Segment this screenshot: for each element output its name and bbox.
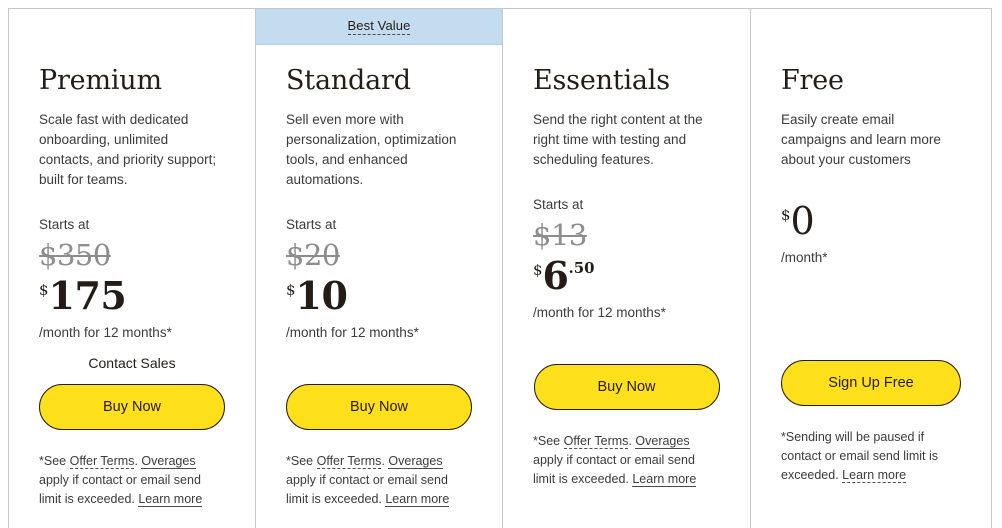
starts-at-label-premium: Starts at	[39, 216, 90, 232]
plan-card-free: Free Easily create email campaigns and l…	[751, 9, 991, 528]
plan-card-standard: Best Value Standard Sell even more with …	[255, 9, 503, 528]
buy-now-button-standard[interactable]: Buy Now	[286, 383, 472, 430]
plan-description-essentials: Send the right content at the right time…	[533, 111, 703, 167]
current-price-essentials: $ 6 .50	[533, 252, 720, 298]
current-price-standard: $ 10	[286, 272, 472, 318]
pricing-table: Premium Scale fast with dedicated onboar…	[8, 8, 992, 528]
price-block-premium: Starts at $350 $ 175 /month for 12 month…	[39, 216, 225, 342]
starts-at-label-essentials: Starts at	[533, 196, 584, 212]
starts-at-label-standard: Starts at	[286, 216, 337, 232]
currency-symbol-standard: $	[286, 280, 296, 299]
original-price-standard: $20	[286, 237, 340, 272]
price-block-standard: Starts at $20 $ 10 /month for 12 months*	[286, 216, 472, 342]
overages-link-premium[interactable]: Overages	[141, 453, 196, 469]
plan-title-free: Free	[781, 65, 844, 96]
contact-slot-free	[781, 322, 961, 356]
currency-symbol-essentials: $	[533, 260, 543, 279]
learn-more-link-premium[interactable]: Learn more	[138, 491, 203, 507]
price-block-free: $ 0 /month*	[781, 196, 961, 318]
price-amount-essentials: 6	[542, 252, 569, 298]
plan-card-essentials: Essentials Send the right content at the…	[503, 9, 751, 528]
badge-slot-standard: Best Value	[256, 9, 502, 45]
learn-more-link-standard[interactable]: Learn more	[385, 491, 450, 507]
price-cents-essentials: .50	[568, 258, 595, 277]
original-price-premium: $350	[39, 237, 111, 272]
plan-title-standard: Standard	[286, 65, 411, 96]
plan-title-essentials: Essentials	[533, 65, 670, 96]
billing-period-premium: /month for 12 months*	[39, 324, 172, 340]
cta-row-premium: Buy Now	[39, 383, 225, 430]
badge-slot-premium	[9, 9, 255, 45]
plan-description-premium: Scale fast with dedicated onboarding, un…	[39, 111, 217, 187]
price-amount-standard: 10	[295, 272, 348, 318]
footnote-standard: *See Offer Terms. Overages apply if cont…	[286, 452, 472, 509]
billing-period-free: /month*	[781, 249, 828, 265]
price-amount-free: 0	[790, 198, 815, 243]
cta-row-essentials: Buy Now	[533, 363, 720, 410]
price-amount-premium: 175	[48, 272, 127, 318]
original-price-essentials: $13	[533, 217, 587, 252]
learn-more-link-free[interactable]: Learn more	[842, 467, 907, 483]
contact-slot-standard	[286, 346, 472, 380]
contact-slot-premium: Contact Sales	[39, 346, 225, 380]
footnote-prefix-premium: *See	[39, 453, 70, 468]
best-value-badge[interactable]: Best Value	[347, 18, 411, 35]
footnote-essentials: *See Offer Terms. Overages apply if cont…	[533, 432, 720, 489]
overages-link-essentials[interactable]: Overages	[635, 433, 690, 449]
contact-slot-essentials	[533, 326, 720, 360]
sign-up-free-button[interactable]: Sign Up Free	[781, 359, 961, 406]
plan-title-premium: Premium	[39, 65, 162, 96]
cta-row-free: Sign Up Free	[781, 359, 961, 406]
cta-row-standard: Buy Now	[286, 383, 472, 430]
badge-slot-free	[751, 9, 991, 45]
contact-sales-link[interactable]: Contact Sales	[88, 355, 175, 371]
footnote-free: *Sending will be paused if contact or em…	[781, 428, 961, 485]
offer-terms-link-premium[interactable]: Offer Terms	[69, 453, 135, 469]
learn-more-link-essentials[interactable]: Learn more	[632, 471, 697, 487]
billing-period-essentials: /month for 12 months*	[533, 304, 666, 320]
current-price-free: $ 0	[781, 202, 961, 240]
currency-symbol-free: $	[781, 205, 791, 224]
plan-description-free: Easily create email campaigns and learn …	[781, 111, 941, 167]
buy-now-button-premium[interactable]: Buy Now	[39, 383, 225, 430]
offer-terms-link-essentials[interactable]: Offer Terms	[563, 433, 629, 449]
price-block-essentials: Starts at $13 $ 6 .50 /month for 12 mont…	[533, 196, 720, 322]
badge-slot-essentials	[503, 9, 750, 45]
buy-now-button-essentials[interactable]: Buy Now	[533, 363, 720, 410]
current-price-premium: $ 175	[39, 272, 225, 318]
footnote-prefix-essentials: *See	[533, 433, 564, 448]
billing-period-standard: /month for 12 months*	[286, 324, 419, 340]
footnote-premium: *See Offer Terms. Overages apply if cont…	[39, 452, 225, 509]
currency-symbol-premium: $	[39, 280, 49, 299]
plan-card-premium: Premium Scale fast with dedicated onboar…	[9, 9, 255, 528]
overages-link-standard[interactable]: Overages	[388, 453, 443, 469]
plan-description-standard: Sell even more with personalization, opt…	[286, 111, 457, 187]
footnote-prefix-standard: *See	[286, 453, 317, 468]
offer-terms-link-standard[interactable]: Offer Terms	[316, 453, 382, 469]
